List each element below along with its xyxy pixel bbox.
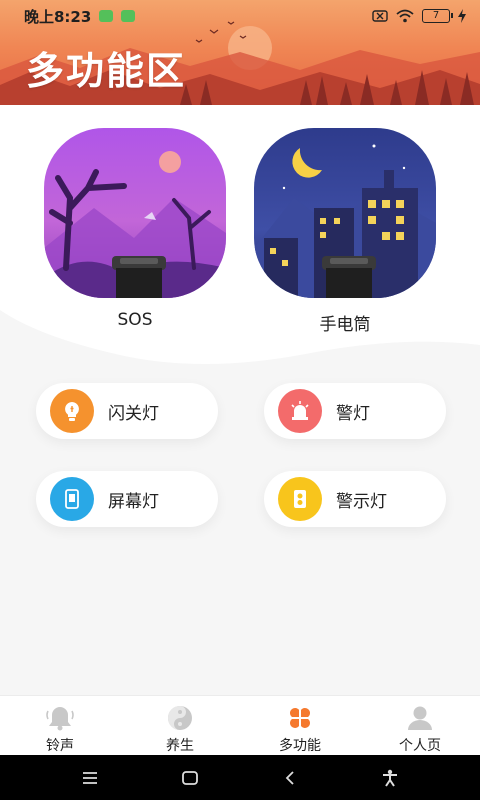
siren-icon bbox=[278, 389, 322, 433]
status-time: 晚上8:23 bbox=[24, 7, 92, 26]
flash-light-label: 闪关灯 bbox=[108, 403, 159, 424]
wifi-icon bbox=[396, 9, 414, 23]
app-notification-icon bbox=[121, 10, 136, 22]
menu-icon[interactable] bbox=[70, 763, 110, 793]
wechat-notification-icon bbox=[99, 10, 114, 22]
sim-off-icon bbox=[372, 10, 388, 22]
nav-label-multifunction: 多功能 bbox=[279, 738, 321, 754]
warning-light-icon bbox=[278, 477, 322, 521]
flash-light-button[interactable]: 闪关灯 bbox=[36, 383, 218, 439]
nav-item-multifunction[interactable]: 多功能 bbox=[240, 696, 360, 755]
sos-tile[interactable] bbox=[44, 128, 226, 298]
back-icon[interactable] bbox=[270, 763, 310, 793]
lightbulb-icon bbox=[50, 389, 94, 433]
yin-yang-icon bbox=[165, 704, 195, 731]
screen-light-button[interactable]: 屏幕灯 bbox=[36, 471, 218, 527]
status-bar: 晚上8:23 7 bbox=[0, 0, 480, 32]
home-icon[interactable] bbox=[170, 763, 210, 793]
nav-label-health: 养生 bbox=[166, 738, 194, 754]
flashlight-feature[interactable]: 手电筒 bbox=[254, 128, 436, 335]
nav-item-ringtone[interactable]: 铃声 bbox=[0, 696, 120, 755]
police-light-label: 警灯 bbox=[336, 403, 370, 424]
screen-icon bbox=[50, 477, 94, 521]
flashlight-head-icon bbox=[112, 256, 166, 298]
nav-label-ringtone: 铃声 bbox=[46, 738, 74, 754]
police-light-button[interactable]: 警灯 bbox=[264, 383, 446, 439]
header-banner: 晚上8:23 7 多功能区 bbox=[0, 0, 480, 105]
flashlight-head-icon bbox=[322, 256, 376, 298]
flashlight-label: 手电筒 bbox=[319, 315, 371, 335]
bell-icon bbox=[45, 704, 75, 731]
nav-item-health[interactable]: 养生 bbox=[120, 696, 240, 755]
screen-light-label: 屏幕灯 bbox=[108, 491, 159, 512]
page-title: 多功能区 bbox=[26, 49, 187, 93]
nav-item-profile[interactable]: 个人页 bbox=[360, 696, 480, 755]
battery-indicator: 7 bbox=[422, 9, 453, 23]
person-icon bbox=[405, 704, 435, 731]
sos-label: SOS bbox=[117, 310, 153, 330]
warning-light-label: 警示灯 bbox=[336, 491, 387, 512]
nav-label-profile: 个人页 bbox=[399, 738, 441, 754]
flashlight-tile[interactable] bbox=[254, 128, 436, 298]
warning-light-button[interactable]: 警示灯 bbox=[264, 471, 446, 527]
sos-feature[interactable]: SOS bbox=[44, 128, 226, 330]
clover-icon bbox=[285, 704, 315, 731]
charging-icon bbox=[458, 9, 466, 23]
accessibility-icon[interactable] bbox=[370, 763, 410, 793]
system-nav-bar bbox=[0, 755, 480, 800]
bottom-nav: 铃声 养生 多功能 个人页 bbox=[0, 695, 480, 755]
